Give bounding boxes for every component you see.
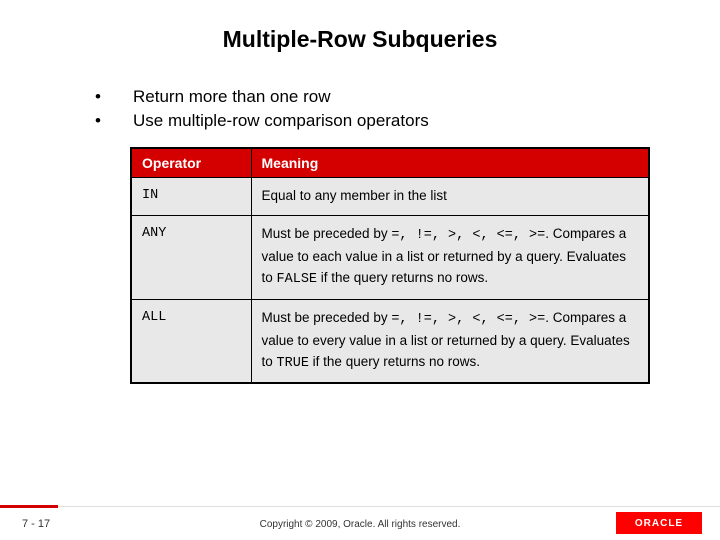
ops-list: =, !=, >, <, <=, >= — [391, 312, 545, 327]
list-item: • Use multiple-row comparison operators — [95, 111, 720, 131]
bullet-list: • Return more than one row • Use multipl… — [95, 87, 720, 131]
cell-meaning: Must be preceded by =, !=, >, <, <=, >=.… — [251, 215, 649, 299]
bullet-icon: • — [95, 87, 133, 107]
list-item: • Return more than one row — [95, 87, 720, 107]
copyright-text: Copyright © 2009, Oracle. All rights res… — [0, 519, 720, 530]
cell-operator: IN — [131, 178, 251, 216]
ops-list: =, !=, >, <, <=, >= — [391, 228, 545, 243]
footer-accent — [0, 505, 58, 508]
cell-meaning: Must be preceded by =, !=, >, <, <=, >=.… — [251, 299, 649, 383]
meaning-pre: Must be preceded by — [262, 226, 392, 241]
header-operator: Operator — [131, 148, 251, 178]
table-header-row: Operator Meaning — [131, 148, 649, 178]
bullet-text: Use multiple-row comparison operators — [133, 111, 720, 131]
operator-table: Operator Meaning IN Equal to any member … — [130, 147, 650, 384]
table-row: ALL Must be preceded by =, !=, >, <, <=,… — [131, 299, 649, 383]
meaning-post: if the query returns no rows. — [317, 270, 488, 285]
table-row: ANY Must be preceded by =, !=, >, <, <=,… — [131, 215, 649, 299]
eval-word: TRUE — [277, 356, 309, 371]
table-row: IN Equal to any member in the list — [131, 178, 649, 216]
cell-operator: ANY — [131, 215, 251, 299]
bullet-icon: • — [95, 111, 133, 131]
meaning-post: if the query returns no rows. — [309, 354, 480, 369]
slide-footer: 7 - 17 Copyright © 2009, Oracle. All rig… — [0, 506, 720, 540]
eval-word: FALSE — [277, 272, 318, 287]
meaning-text: Equal to any member in the list — [262, 188, 447, 203]
cell-operator: ALL — [131, 299, 251, 383]
slide-title: Multiple-Row Subqueries — [0, 0, 720, 73]
cell-meaning: Equal to any member in the list — [251, 178, 649, 216]
oracle-logo: ORACLE — [616, 512, 702, 534]
meaning-pre: Must be preceded by — [262, 310, 392, 325]
header-meaning: Meaning — [251, 148, 649, 178]
bullet-text: Return more than one row — [133, 87, 720, 107]
